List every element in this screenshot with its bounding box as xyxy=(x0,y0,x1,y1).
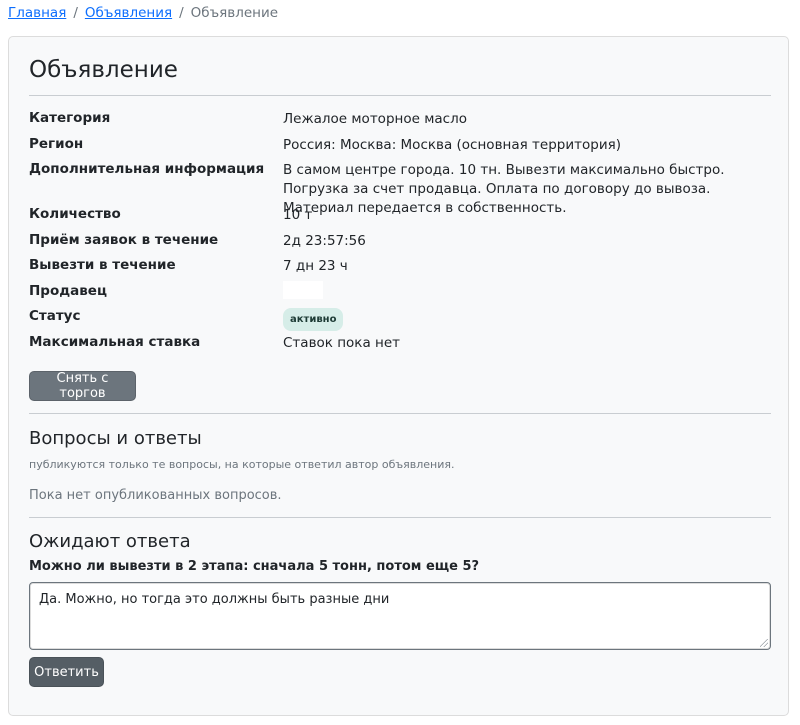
detail-label: Количество xyxy=(29,206,121,222)
detail-value: активно xyxy=(283,308,773,331)
divider xyxy=(29,517,771,518)
detail-label: Продавец xyxy=(29,283,107,299)
qa-empty-message: Пока нет опубликованных вопросов. xyxy=(29,488,282,503)
pending-title: Ожидают ответа xyxy=(29,531,191,552)
breadcrumb-home-link[interactable]: Главная xyxy=(8,5,66,21)
detail-value: 10 т xyxy=(283,207,313,223)
detail-label: Максимальная ставка xyxy=(29,334,201,350)
divider xyxy=(29,95,771,96)
divider xyxy=(29,413,771,414)
detail-value: 2д 23:57:56 xyxy=(283,233,366,249)
breadcrumb-current: Объявление xyxy=(190,5,279,21)
resize-handle-icon[interactable] xyxy=(760,639,768,647)
detail-label: Категория xyxy=(29,110,111,126)
seller-name-redacted xyxy=(283,281,323,299)
detail-label: Регион xyxy=(29,136,84,152)
breadcrumb-ads-link[interactable]: Объявления xyxy=(85,5,172,21)
pending-question: Можно ли вывезти в 2 этапа: сначала 5 то… xyxy=(29,559,480,574)
detail-value: 7 дн 23 ч xyxy=(283,258,348,274)
detail-value: Ставок пока нет xyxy=(283,335,401,351)
breadcrumb-separator: / xyxy=(73,5,78,21)
detail-value: Россия: Москва: Москва (основная террито… xyxy=(283,137,621,153)
breadcrumb: Главная / Объявления / Объявление xyxy=(8,5,278,21)
qa-title: Вопросы и ответы xyxy=(29,428,202,449)
withdraw-button[interactable]: Снять с торгов xyxy=(29,371,136,401)
answer-textarea[interactable]: Да. Можно, но тогда это должны быть разн… xyxy=(29,582,771,650)
detail-label: Приём заявок в течение xyxy=(29,232,219,248)
detail-label: Дополнительная информация xyxy=(29,161,265,177)
reply-button[interactable]: Ответить xyxy=(29,657,104,687)
breadcrumb-separator: / xyxy=(179,5,184,21)
ad-card: Объявление Категория Лежалое моторное ма… xyxy=(8,36,789,716)
detail-label: Вывезти в течение xyxy=(29,257,176,273)
qa-note: публикуются только те вопросы, на которы… xyxy=(29,458,455,471)
answer-field-wrapper: Да. Можно, но тогда это должны быть разн… xyxy=(29,582,771,650)
detail-value xyxy=(283,281,773,305)
status-badge: активно xyxy=(283,308,344,331)
detail-value: Лежалое моторное масло xyxy=(283,111,467,127)
page-title: Объявление xyxy=(29,57,178,83)
detail-label: Статус xyxy=(29,308,81,324)
